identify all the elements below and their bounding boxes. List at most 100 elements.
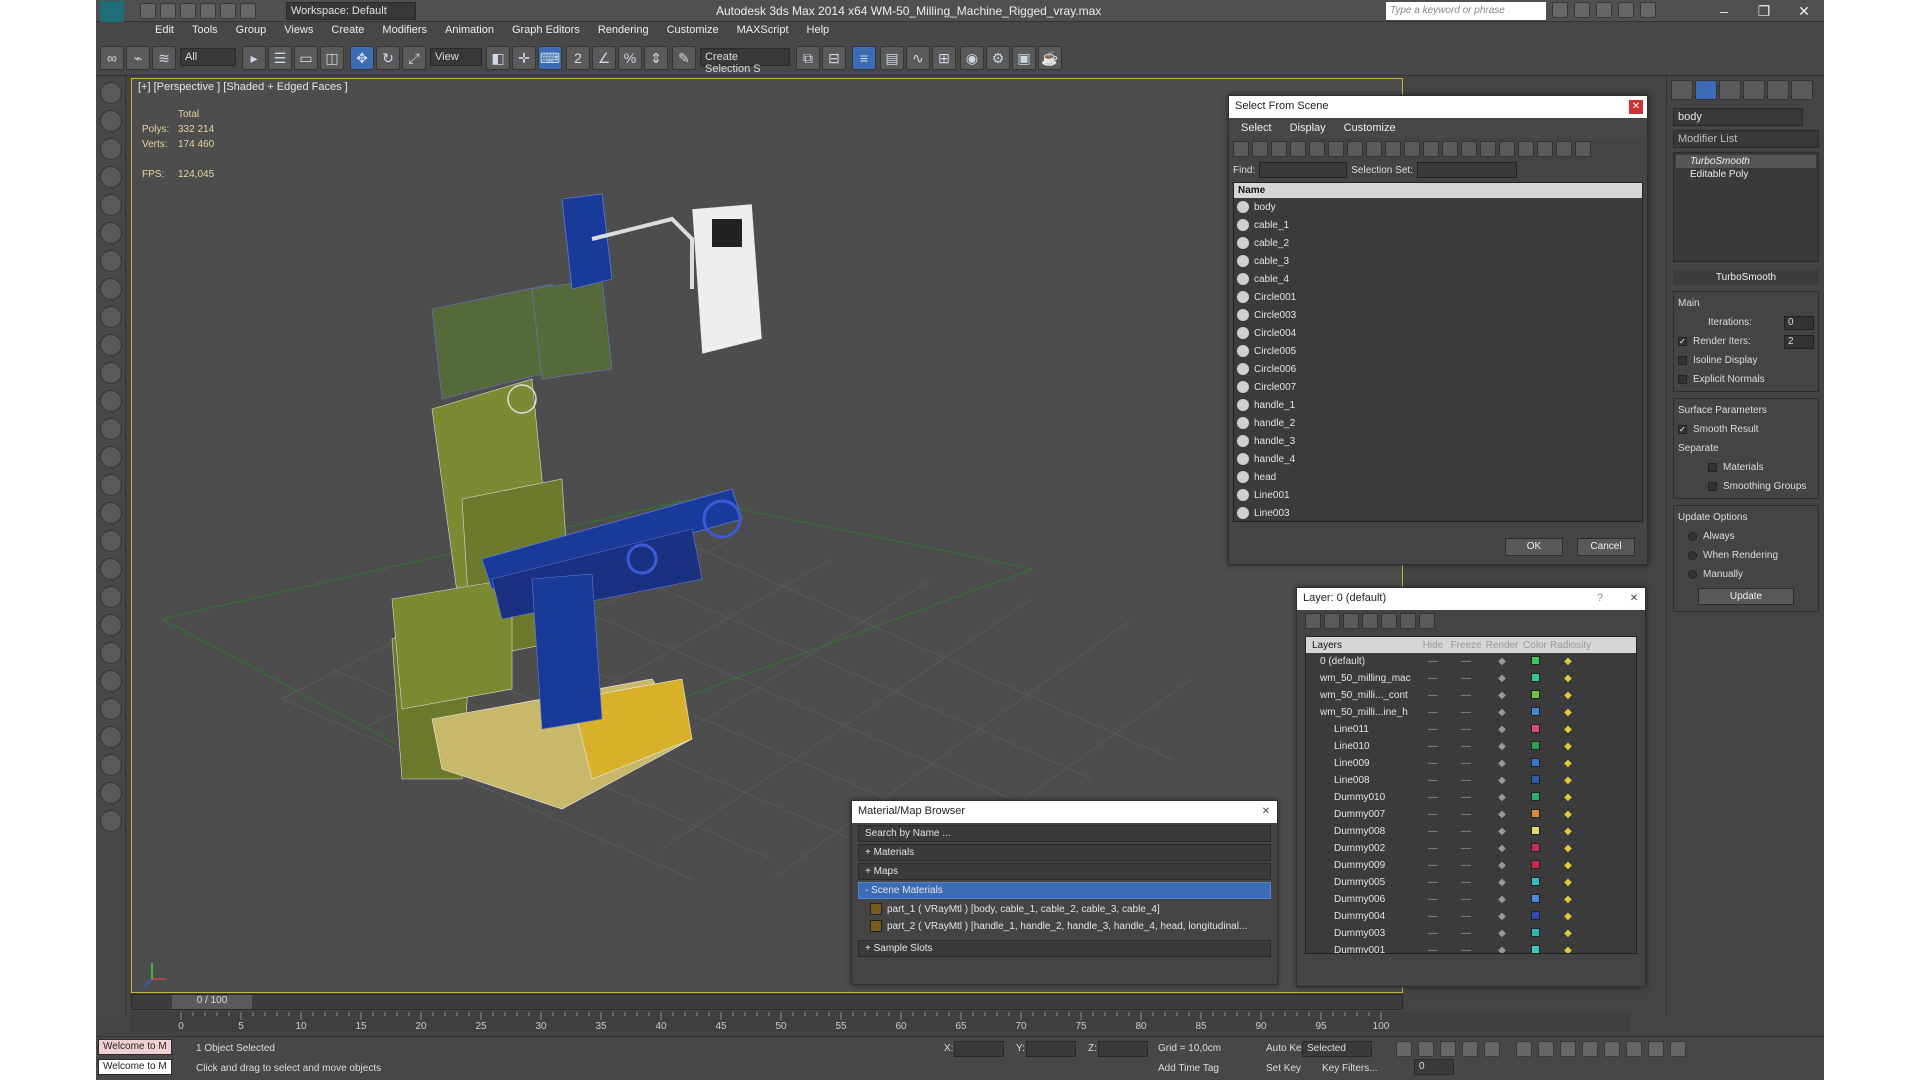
set-key-button[interactable]: Set Key [1266, 1063, 1301, 1074]
render-toggle-icon[interactable]: ◆ [1484, 775, 1520, 786]
menu-graph-editors[interactable]: Graph Editors [503, 22, 589, 40]
radiosity-icon[interactable]: ◆ [1550, 945, 1586, 953]
list-item[interactable]: Circle001 [1234, 288, 1642, 306]
render-toggle-icon[interactable]: ◆ [1484, 707, 1520, 718]
list-item[interactable]: Circle007 [1234, 378, 1642, 396]
save-icon[interactable] [180, 3, 196, 19]
hair-icon[interactable] [100, 642, 122, 664]
radiosity-icon[interactable]: ◆ [1550, 690, 1586, 701]
list-item[interactable]: handle_4 [1234, 450, 1642, 468]
walk-icon[interactable] [100, 222, 122, 244]
hide-toggle[interactable]: — [1418, 945, 1448, 953]
zoom-extents-icon[interactable] [1560, 1041, 1576, 1057]
material-item[interactable]: part_2 ( VRayMtl ) [handle_1, handle_2, … [866, 918, 1263, 934]
table-row[interactable]: Line009— — ◆ ◆ [1306, 755, 1636, 772]
maxscript-mini-listener[interactable]: Welcome to M [98, 1059, 172, 1075]
render-toggle-icon[interactable]: ◆ [1484, 758, 1520, 769]
subscription-icon[interactable] [1574, 2, 1590, 18]
select-and-rotate-icon[interactable]: ↻ [376, 46, 400, 70]
display-spacewarps-icon[interactable] [1328, 141, 1344, 157]
rendered-frame-window-icon[interactable]: ▣ [1012, 46, 1036, 70]
maximize-button[interactable]: ❐ [1744, 0, 1784, 22]
mirror-icon[interactable]: ⧉ [796, 46, 820, 70]
edit-named-selection-icon[interactable]: ✎ [672, 46, 696, 70]
modifier-list-dropdown[interactable]: Modifier List [1673, 130, 1819, 148]
cloth-icon[interactable] [100, 670, 122, 692]
radiosity-icon[interactable]: ◆ [1550, 860, 1586, 871]
selection-set-dropdown[interactable] [1416, 162, 1517, 178]
hide-toggle[interactable]: — [1418, 826, 1448, 837]
materials-checkbox[interactable] [1708, 463, 1717, 472]
select-all-icon[interactable] [1461, 141, 1477, 157]
close-icon[interactable]: ✕ [1629, 100, 1643, 114]
always-radio[interactable] [1688, 532, 1697, 541]
help-search-input[interactable]: Type a keyword or phrase [1386, 2, 1546, 20]
image-icon[interactable] [100, 110, 122, 132]
field-of-view-icon[interactable] [1604, 1041, 1620, 1057]
help-icon[interactable] [1640, 2, 1656, 18]
table-row[interactable]: Dummy008— — ◆ ◆ [1306, 823, 1636, 840]
menu-rendering[interactable]: Rendering [589, 22, 658, 40]
table-row[interactable]: Dummy009— — ◆ ◆ [1306, 857, 1636, 874]
hide-toggle[interactable]: — [1418, 741, 1448, 752]
smoothing-groups-checkbox[interactable] [1708, 482, 1717, 491]
hierarchy-tab-icon[interactable] [1719, 80, 1741, 100]
table-row[interactable]: Line011— — ◆ ◆ [1306, 721, 1636, 738]
hide-toggle[interactable]: — [1418, 911, 1448, 922]
teapot-icon[interactable] [100, 558, 122, 580]
hide-toggle[interactable]: — [1418, 775, 1448, 786]
motion-tab-icon[interactable] [1743, 80, 1765, 100]
select-none-icon[interactable] [1480, 141, 1496, 157]
list-item[interactable]: body [1234, 198, 1642, 216]
table-row[interactable]: wm_50_milli...ine_h — — ◆ ◆ [1306, 704, 1636, 721]
play-icon[interactable] [1440, 1041, 1456, 1057]
display-helpers-icon[interactable] [1309, 141, 1325, 157]
plant-icon[interactable] [100, 614, 122, 636]
next-frame-icon[interactable] [1462, 1041, 1478, 1057]
render-toggle-icon[interactable]: ◆ [1484, 724, 1520, 735]
menu-display[interactable]: Display [1290, 122, 1326, 134]
render-setup-icon[interactable]: ⚙ [986, 46, 1010, 70]
undo-icon[interactable] [200, 3, 216, 19]
menu-select[interactable]: Select [1241, 122, 1272, 134]
disc-icon[interactable] [100, 474, 122, 496]
freeze-toggle[interactable]: — [1448, 673, 1484, 684]
viewport-tool-icon[interactable] [100, 82, 122, 104]
hierarchy-icon[interactable] [1556, 141, 1572, 157]
materials-group[interactable]: + Materials [858, 844, 1271, 861]
render-toggle-icon[interactable]: ◆ [1484, 656, 1520, 667]
hide-all-layers-icon[interactable] [1400, 613, 1416, 629]
radiosity-icon[interactable]: ◆ [1550, 877, 1586, 888]
hide-toggle[interactable]: — [1418, 707, 1448, 718]
layer-color-swatch[interactable] [1520, 757, 1550, 770]
freeze-toggle[interactable]: — [1448, 741, 1484, 752]
spinner-snap-icon[interactable]: ⇕ [644, 46, 668, 70]
list-item[interactable]: cable_3 [1234, 252, 1642, 270]
time-slider-thumb[interactable]: 0 / 100 [172, 995, 252, 1009]
name-column-header[interactable]: Name [1234, 183, 1642, 198]
cancel-button[interactable]: Cancel [1577, 538, 1635, 556]
radiosity-icon[interactable]: ◆ [1550, 843, 1586, 854]
iterations-spinner[interactable]: 0 [1784, 315, 1814, 330]
communication-icon[interactable] [1596, 2, 1612, 18]
render-toggle-icon[interactable]: ◆ [1484, 690, 1520, 701]
display-groups-icon[interactable] [1347, 141, 1363, 157]
pan-icon[interactable] [1626, 1041, 1642, 1057]
snaps-toggle-icon[interactable]: 2 [566, 46, 590, 70]
maximize-viewport-icon[interactable] [1670, 1041, 1686, 1057]
list-item[interactable]: Circle006 [1234, 360, 1642, 378]
go-to-end-icon[interactable] [1484, 1041, 1500, 1057]
go-to-start-icon[interactable] [1396, 1041, 1412, 1057]
layer-color-swatch[interactable] [1520, 893, 1550, 906]
freeze-toggle[interactable]: — [1448, 809, 1484, 820]
layer-color-swatch[interactable] [1520, 842, 1550, 855]
layer-color-swatch[interactable] [1520, 825, 1550, 838]
paint-icon[interactable] [100, 530, 122, 552]
scene-object-list[interactable]: Name body cable_1 cable_2 cable_3 cable_4 Cir… [1233, 182, 1643, 522]
freeze-toggle[interactable]: — [1448, 758, 1484, 769]
freeze-toggle[interactable]: — [1448, 877, 1484, 888]
percent-snap-icon[interactable]: % [618, 46, 642, 70]
binoculars-icon[interactable] [1552, 2, 1568, 18]
help-circle-icon[interactable] [100, 810, 122, 832]
create-layer-icon[interactable] [1305, 613, 1321, 629]
